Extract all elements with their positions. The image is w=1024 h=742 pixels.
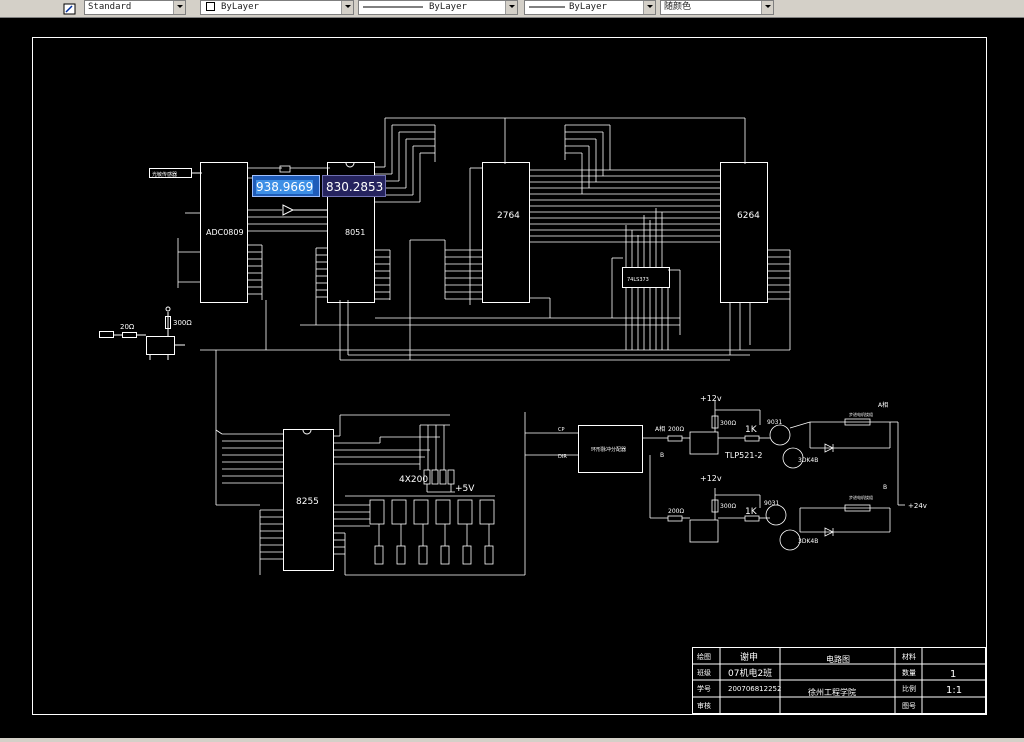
line-sample-icon [363,6,423,8]
k1a-label: 1K [745,425,758,435]
chevron-down-icon[interactable] [341,1,353,14]
tb-qty: 1 [950,669,956,680]
r4x200-label: 4X200 [399,475,428,485]
eprom-label: 2764 [497,211,520,221]
cp-label: CP [558,427,565,433]
a-phase-label: A相 [655,425,665,433]
tb-drawing-no-label: 图号 [902,702,916,710]
tb-id: 200706812252 [728,685,781,693]
coil-b-text: 步进电机绕组 [849,494,873,500]
mcu-label: 8051 [345,228,365,237]
linetype-value: ByLayer [429,2,467,12]
latch-label: 74LS373 [627,277,649,283]
b-phase-label: B [660,452,664,459]
plus24-label: +24v [908,502,927,510]
coil-a-label: A相 [878,401,888,409]
coil-b-label: B [883,484,887,491]
tb-id-label: 学号 [697,684,711,693]
chevron-down-icon[interactable] [173,1,185,14]
ram-label: 6264 [737,211,760,221]
line-sample-icon [529,6,565,8]
plus5v-label: +5V [455,484,475,494]
tb-material-label: 材料 [902,652,916,661]
adc-label: ADC0809 [206,228,244,237]
chevron-down-icon[interactable] [643,1,655,14]
text-style-select[interactable]: Standard [84,0,186,15]
r200a-label: 200Ω [668,426,684,433]
r300-label: 300Ω [173,319,192,327]
q4-label: 3DK4B [798,538,818,545]
tb-draw-label: 绘图 [697,652,711,661]
q1-label: 9031 [767,419,782,426]
dynamic-input-y-value: 830.2853 [326,180,384,194]
color-swatch-icon [206,2,215,11]
plus12a-label: +12v [700,394,722,403]
linetype-select[interactable]: ByLayer [358,0,518,15]
tb-class-label: 班级 [697,668,711,677]
plus12b-label: +12v [700,474,722,483]
color-value: 随颜色 [664,2,692,12]
ppi-label: 8255 [296,497,319,507]
dynamic-input-x-field[interactable]: 938.9669 [252,175,320,197]
r300a-label: 300Ω [720,420,736,427]
lineweight-select[interactable]: ByLayer [524,0,656,15]
tb-scale-label: 比例 [902,684,916,693]
tb-drawer: 谢申 [740,651,758,663]
driver-label: 环形脉冲分配器 [591,446,626,453]
dynamic-input-y-field[interactable]: 830.2853 [322,175,386,197]
dir-label: DIR [558,454,567,460]
chevron-down-icon[interactable] [505,1,517,14]
chevron-down-icon[interactable] [761,1,773,14]
r200b-label: 200Ω [668,508,684,515]
text-style-value: Standard [88,2,132,12]
tlp-label: TLP521-2 [724,451,762,460]
drawing-canvas[interactable]: 光敏传感器 ADC0809 8051 2764 6264 8255 74LS37… [0,18,1024,738]
status-bar [0,738,1024,742]
tb-class: 07机电2班 [728,667,772,679]
tb-qty-label: 数量 [902,668,916,677]
q3-label: 3DK4B [798,457,818,464]
text-style-icon[interactable] [63,0,76,15]
color-select[interactable]: 随颜色 [660,0,774,15]
tb-scale: 1:1 [946,685,962,696]
dynamic-input-x-value: 938.9669 [256,180,314,194]
properties-toolbar: Standard ByLayer ByLayer ByLayer 随颜色 [0,0,1024,18]
r300b-label: 300Ω [720,503,736,510]
layer-select[interactable]: ByLayer [200,0,354,15]
tb-review-label: 审核 [697,701,711,710]
coil-a-text: 步进电机绕组 [849,411,873,417]
lineweight-value: ByLayer [569,2,607,12]
r20-label: 20Ω [120,323,135,331]
k1b-label: 1K [745,507,758,517]
tb-title: 电路图 [826,654,850,664]
q2-label: 9031 [764,500,779,507]
sensor-label: 光敏传感器 [152,171,177,178]
layer-value: ByLayer [221,2,259,12]
tb-school: 徐州工程学院 [808,687,856,697]
